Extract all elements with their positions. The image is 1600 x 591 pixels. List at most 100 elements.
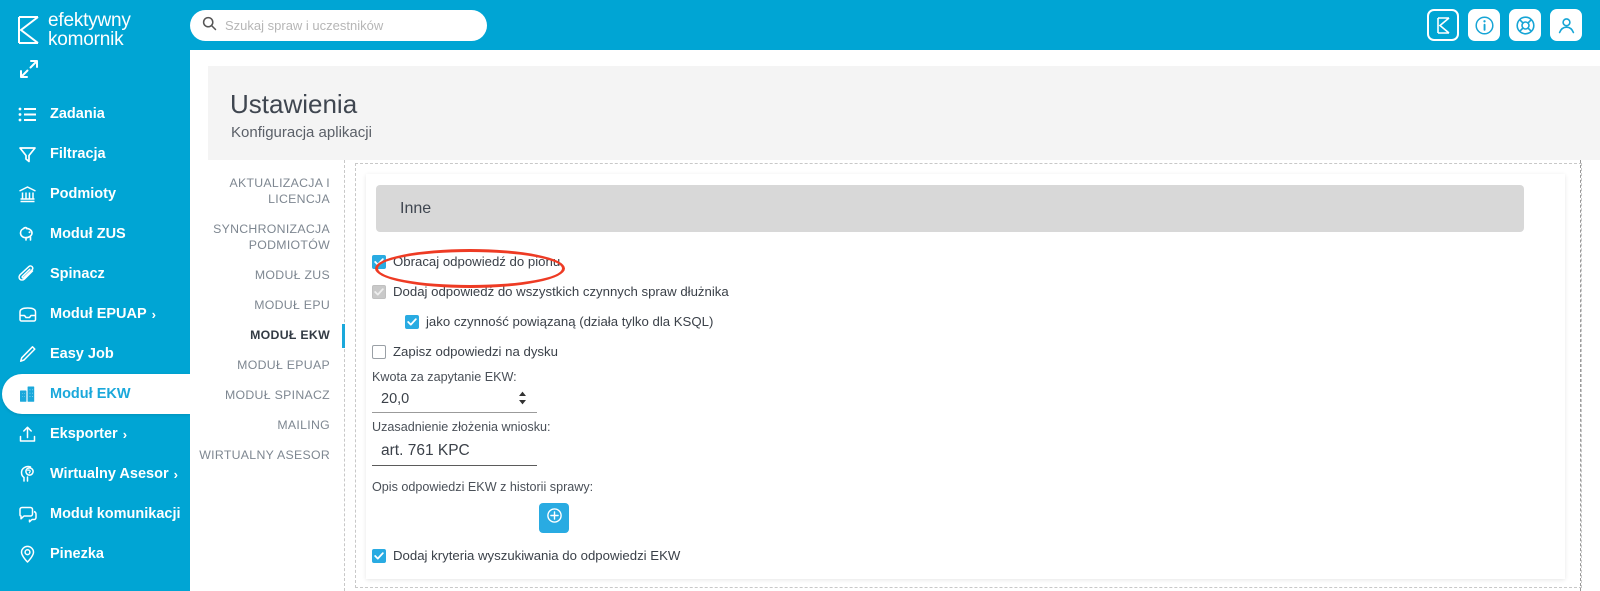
upload-icon [18, 425, 44, 444]
checkbox-dodaj-odpowiedz-wszystkie[interactable] [372, 284, 386, 299]
section-title: Inne [400, 199, 432, 217]
checkbox-row-rotate[interactable]: Obracaj odpowiedź do pionu [372, 250, 1472, 273]
sidebar-item-pinezka[interactable]: Pinezka [0, 534, 190, 574]
section-header-inne: Inne [376, 185, 1524, 232]
sidebar-item-label: Filtracja [50, 146, 106, 162]
field-reason: Uzasadnienie złożenia wniosku: art. 761 … [372, 420, 1472, 466]
sidebar-item-label: Wirtualny Asesor [50, 466, 169, 482]
building-icon [18, 384, 44, 404]
k-logo-button-icon[interactable] [1427, 9, 1459, 41]
sidebar-item-modul-ekw[interactable]: Moduł EKW [2, 374, 190, 414]
tab-wirtualny-asesor[interactable]: WIRTUALNY ASESOR [190, 440, 344, 470]
chevron-right-icon: › [173, 466, 178, 482]
inbox-icon [18, 305, 44, 324]
brand-line-2: komornik [48, 29, 124, 50]
list-icon [18, 105, 44, 124]
search-input[interactable] [225, 18, 475, 33]
sidebar-item-label: Moduł EPUAP [50, 306, 147, 322]
sidebar-item-label: Moduł ZUS [50, 226, 126, 242]
tab-modul-epuap[interactable]: MODUŁ EPUAP [190, 350, 344, 380]
brand-logo[interactable]: efektywny komornik [0, 0, 190, 50]
info-circle-icon[interactable] [1468, 9, 1500, 41]
sidebar-item-label: Pinezka [50, 546, 104, 562]
checkbox-row-search-criteria[interactable]: Dodaj kryteria wyszukiwania do odpowiedz… [372, 544, 1472, 567]
sidebar-item-eksporter[interactable]: Eksporter › [0, 414, 190, 454]
settings-panel: Inne Obracaj odpowiedź do pionu Dodaj od [355, 163, 1582, 588]
checkbox-jako-czynnosc-powiazana[interactable] [405, 314, 419, 329]
tab-synchronizacja-podmiotow[interactable]: SYNCHRONIZACJA PODMIOTÓW [190, 214, 344, 260]
page-title: Ustawienia [230, 89, 358, 119]
checkbox-obracaj-odpowiedz[interactable] [372, 254, 386, 269]
amount-value: 20,0 [381, 391, 410, 407]
checkbox-row-related-action[interactable]: jako czynność powiązaną (działa tylko dl… [405, 310, 1472, 333]
settings-tab-list: AKTUALIZACJA I LICENCJA SYNCHRONIZACJA P… [190, 160, 345, 591]
search-icon [202, 16, 217, 36]
expand-arrows-icon [18, 58, 40, 85]
reason-label: Uzasadnienie złożenia wniosku: [372, 420, 551, 434]
sidebar-item-modul-epuap[interactable]: Moduł EPUAP › [0, 294, 190, 334]
app-root: efektywny komornik Zadania Filtracja Pod… [0, 0, 1600, 591]
settings-card: Inne Obracaj odpowiedź do pionu Dodaj od [366, 174, 1565, 579]
sidebar-item-podmioty[interactable]: Podmioty [0, 174, 190, 214]
amount-input[interactable]: 20,0 [372, 386, 537, 413]
tab-aktualizacja-i-licencja[interactable]: AKTUALIZACJA I LICENCJA [190, 168, 344, 214]
amount-label: Kwota za zapytanie EKW: [372, 370, 517, 384]
sidebar-item-filtracja[interactable]: Filtracja [0, 134, 190, 174]
sidebar-item-label: Spinacz [50, 266, 105, 282]
search-box[interactable] [190, 10, 487, 41]
sidebar-item-zadania[interactable]: Zadania [0, 94, 190, 134]
k-logo-icon [16, 15, 42, 45]
checkbox-zapisz-odpowiedzi-na-dysku[interactable] [372, 344, 386, 359]
checkbox-label: Dodaj kryteria wyszukiwania do odpowiedz… [393, 548, 681, 563]
lifebuoy-support-icon[interactable] [1509, 9, 1541, 41]
checkbox-label: Zapisz odpowiedzi na dysku [393, 344, 558, 359]
checkbox-label: Dodaj odpowiedź do wszystkich czynnych s… [393, 284, 729, 299]
pencil-icon [18, 345, 44, 364]
body-area: AKTUALIZACJA I LICENCJA SYNCHRONIZACJA P… [190, 160, 1600, 591]
tab-modul-ekw[interactable]: MODUŁ EKW [190, 320, 345, 350]
user-account-icon[interactable] [1550, 9, 1582, 41]
sidebar-item-label: Zadania [50, 106, 105, 122]
tab-modul-spinacz[interactable]: MODUŁ SPINACZ [190, 380, 344, 410]
filter-icon [18, 145, 44, 164]
ekw-settings-form: Obracaj odpowiedź do pionu Dodaj odpowie… [372, 250, 1472, 574]
checkbox-label: Obracaj odpowiedź do pionu [393, 254, 561, 269]
tab-mailing[interactable]: MAILING [190, 410, 344, 440]
sidebar-item-modul-komunikacji[interactable]: Moduł komunikacji [0, 494, 190, 534]
description-label: Opis odpowiedzi EKW z historii sprawy: [372, 480, 594, 494]
sidebar-item-easy-job[interactable]: Easy Job [0, 334, 190, 374]
checkbox-label: jako czynność powiązaną (działa tylko dl… [426, 314, 714, 329]
sidebar-expand-button[interactable] [0, 50, 190, 92]
sidebar-item-wirtualny-asesor[interactable]: Wirtualny Asesor › [0, 454, 190, 494]
quantity-stepper[interactable] [518, 391, 527, 405]
sidebar-nav: Zadania Filtracja Podmioty Moduł ZUS Spi… [0, 94, 190, 574]
map-pin-icon [18, 545, 44, 564]
checkbox-dodaj-kryteria-wyszukiwania[interactable] [372, 548, 386, 563]
paperclip-icon [18, 264, 44, 284]
reason-value: art. 761 KPC [381, 441, 470, 459]
top-bar-icons [1427, 9, 1582, 41]
panel-right-dashed-divider [1580, 160, 1581, 591]
brain-icon [18, 464, 44, 484]
sidebar-item-label: Moduł EKW [50, 386, 131, 402]
sidebar-item-modul-zus[interactable]: Moduł ZUS [0, 214, 190, 254]
top-bar [190, 0, 1600, 50]
reason-input[interactable]: art. 761 KPC [372, 436, 537, 466]
add-description-button[interactable] [539, 503, 569, 533]
tab-modul-zus[interactable]: MODUŁ ZUS [190, 260, 344, 290]
sidebar-item-label: Moduł komunikacji [50, 506, 181, 522]
checkbox-row-save-to-disk[interactable]: Zapisz odpowiedzi na dysku [372, 340, 1472, 363]
sidebar-item-label: Easy Job [50, 346, 114, 362]
plus-circle-icon [546, 507, 563, 529]
piggy-bank-icon [18, 225, 44, 244]
page-subtitle: Konfiguracja aplikacji [231, 124, 372, 141]
sidebar-item-label: Eksporter [50, 426, 118, 442]
field-amount: Kwota za zapytanie EKW: 20,0 [372, 370, 1472, 413]
tab-modul-epu[interactable]: MODUŁ EPU [190, 290, 344, 320]
page-header-card: Ustawienia Konfiguracja aplikacji [208, 66, 1600, 160]
sidebar-item-spinacz[interactable]: Spinacz [0, 254, 190, 294]
bank-icon [18, 185, 44, 204]
checkbox-row-add-all-cases[interactable]: Dodaj odpowiedź do wszystkich czynnych s… [372, 280, 1472, 303]
chevron-right-icon: › [151, 306, 157, 322]
chat-icon [18, 505, 44, 524]
